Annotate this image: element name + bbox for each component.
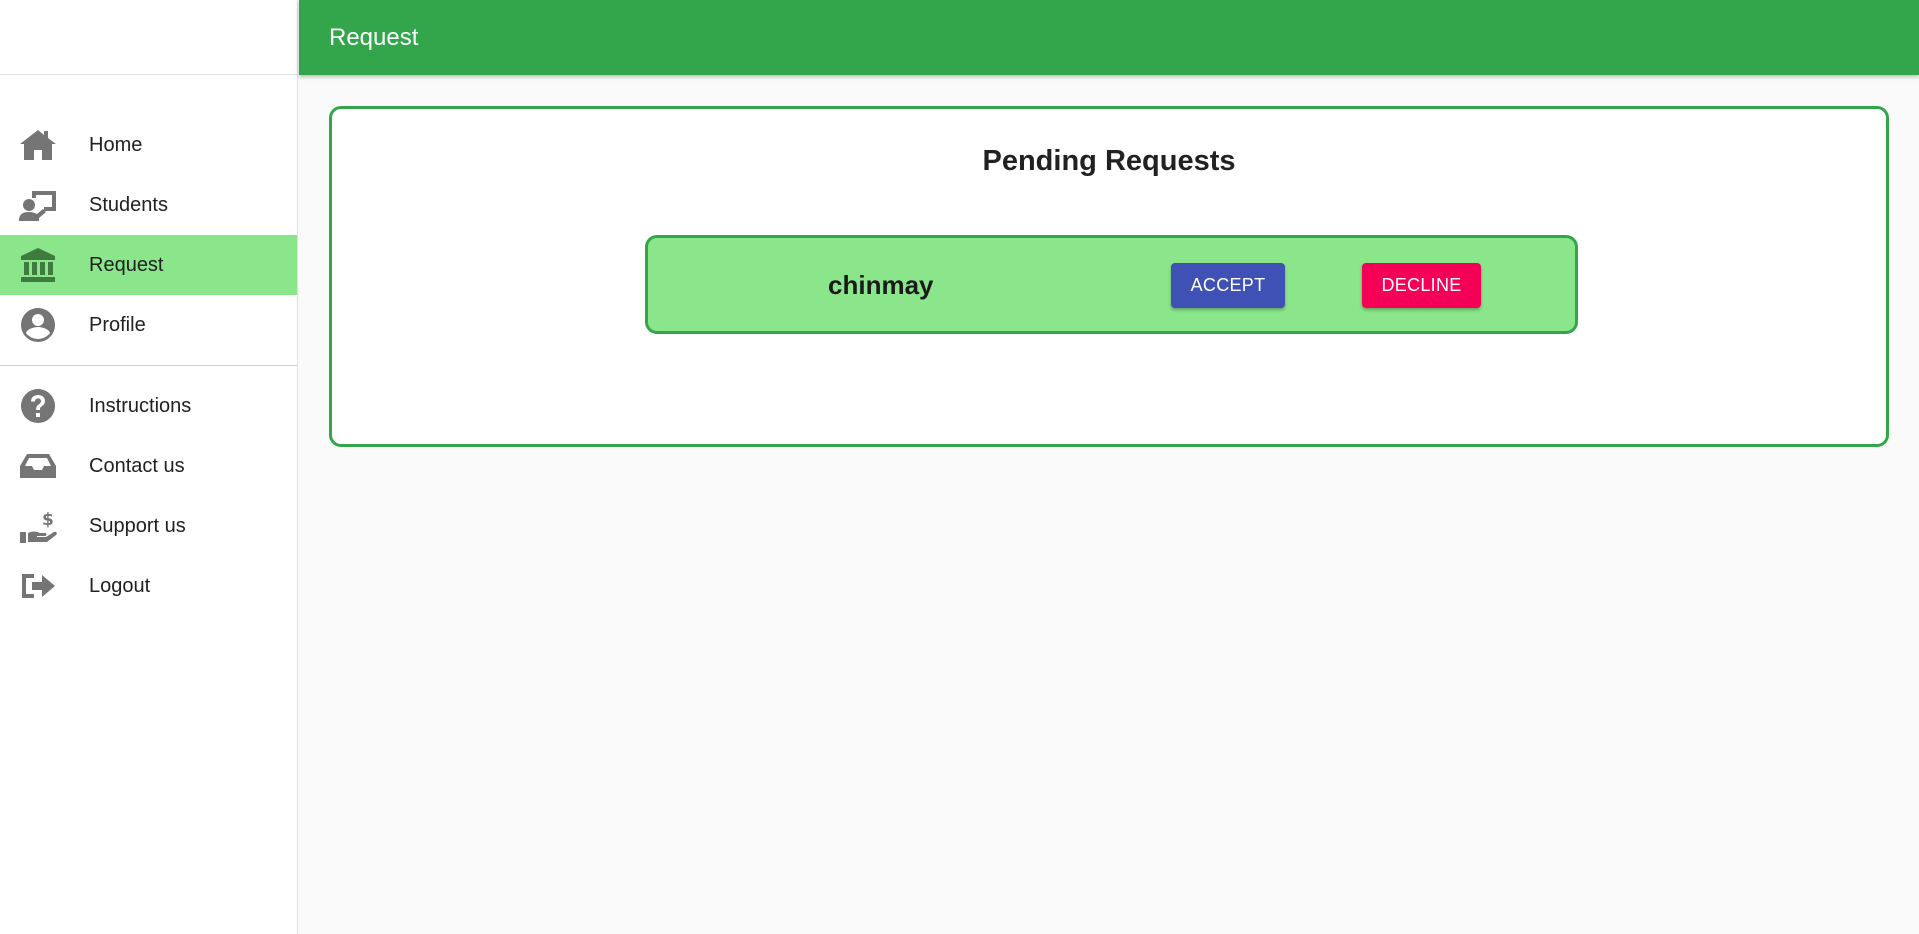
sidebar-item-request[interactable]: Request bbox=[0, 235, 297, 295]
sidebar-item-label: Profile bbox=[89, 313, 146, 336]
logout-icon bbox=[18, 566, 58, 606]
sidebar-item-label: Logout bbox=[89, 574, 151, 597]
sidebar-header bbox=[0, 0, 297, 75]
secondary-nav: Instructions Contact us $ Support us Log… bbox=[0, 376, 297, 616]
sidebar-item-label: Request bbox=[89, 253, 164, 276]
decline-button[interactable]: DECLINE bbox=[1362, 263, 1481, 308]
sidebar-item-profile[interactable]: Profile bbox=[0, 295, 297, 355]
bank-icon bbox=[18, 245, 58, 285]
hand-dollar-icon: $ bbox=[18, 506, 58, 546]
pending-requests-card: Pending Requests chinmay ACCEPT DECLINE bbox=[329, 106, 1889, 447]
sidebar-item-students[interactable]: Students bbox=[0, 175, 297, 235]
section-title: Pending Requests bbox=[982, 145, 1236, 177]
sidebar-item-label: Instructions bbox=[89, 394, 192, 417]
svg-text:$: $ bbox=[42, 510, 54, 530]
sidebar: Home Students Request Profile Instructio… bbox=[0, 0, 298, 934]
requester-name: chinmay bbox=[828, 270, 934, 300]
sidebar-item-home[interactable]: Home bbox=[0, 115, 297, 175]
home-icon bbox=[18, 125, 58, 165]
sidebar-item-contact[interactable]: Contact us bbox=[0, 436, 297, 496]
presentation-icon bbox=[18, 185, 58, 225]
sidebar-item-label: Contact us bbox=[89, 454, 185, 477]
sidebar-item-label: Students bbox=[89, 193, 168, 216]
account-circle-icon bbox=[18, 305, 58, 345]
page-title: Request bbox=[329, 23, 419, 51]
sidebar-item-support[interactable]: $ Support us bbox=[0, 496, 297, 556]
sidebar-item-logout[interactable]: Logout bbox=[0, 556, 297, 616]
primary-nav: Home Students Request Profile bbox=[0, 75, 297, 355]
sidebar-item-label: Support us bbox=[89, 514, 186, 537]
inbox-icon bbox=[18, 446, 58, 486]
app-bar: Request bbox=[299, 0, 1919, 75]
help-circle-icon bbox=[18, 386, 58, 426]
sidebar-divider bbox=[0, 365, 297, 366]
sidebar-item-instructions[interactable]: Instructions bbox=[0, 376, 297, 436]
accept-button[interactable]: ACCEPT bbox=[1171, 263, 1285, 308]
request-item: chinmay ACCEPT DECLINE bbox=[645, 235, 1578, 334]
sidebar-item-label: Home bbox=[89, 133, 143, 156]
